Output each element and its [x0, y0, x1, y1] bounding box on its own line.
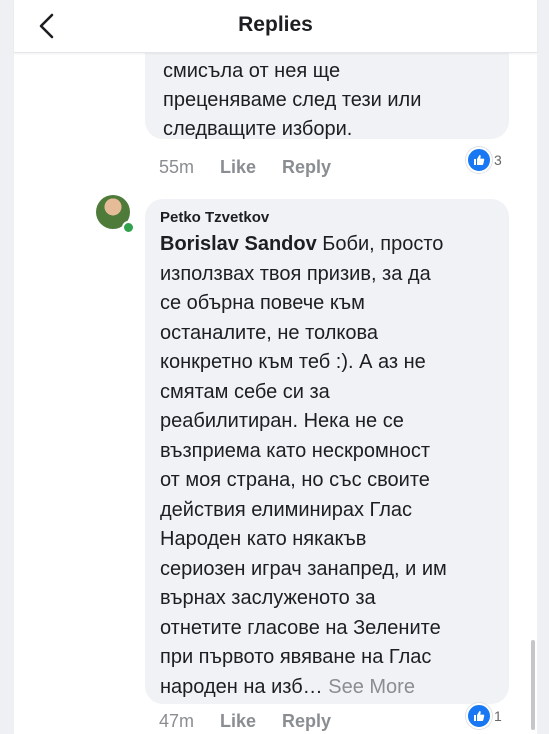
- like-reaction-icon: [466, 147, 492, 173]
- like-button[interactable]: Like: [220, 157, 256, 178]
- replies-list: смисъла от нея ще преценяваме след тези …: [14, 53, 537, 734]
- comment-text: смисъла от нея ще преценяваме след тези …: [163, 60, 422, 140]
- mention-link[interactable]: Borislav Sandov: [160, 233, 317, 255]
- like-button[interactable]: Like: [220, 711, 256, 732]
- left-frame: [0, 0, 14, 734]
- reaction-summary[interactable]: 3: [466, 147, 502, 173]
- comment-actions: 47m Like Reply: [159, 711, 357, 732]
- replies-header: Replies: [14, 0, 537, 53]
- comment-author[interactable]: Petko Tzvetkov: [160, 209, 269, 226]
- right-frame: [537, 0, 549, 734]
- comment-body: Боби, просто използвах твоя призив, за д…: [160, 233, 447, 698]
- comment-text: Borislav Sandov Боби, просто използвах т…: [160, 230, 500, 702]
- see-more-link[interactable]: See More: [328, 676, 415, 698]
- comment-bubble: Petko Tzvetkov Borislav Sandov Боби, про…: [145, 199, 509, 704]
- page-title: Replies: [238, 13, 313, 36]
- reaction-count: 3: [494, 152, 502, 168]
- reaction-summary[interactable]: 1: [466, 703, 502, 729]
- comment-bubble: смисъла от нея ще преценяваме след тези …: [145, 53, 509, 140]
- like-reaction-icon: [466, 703, 492, 729]
- comment-time: 47m: [159, 711, 195, 731]
- online-status-indicator: [122, 221, 135, 234]
- reply-button[interactable]: Reply: [282, 157, 331, 178]
- reaction-count: 1: [494, 708, 502, 724]
- comment-time: 55m: [159, 157, 195, 177]
- reply-button[interactable]: Reply: [282, 711, 331, 732]
- comment-actions: 55m Like Reply: [159, 157, 357, 178]
- scrollbar[interactable]: [531, 640, 535, 730]
